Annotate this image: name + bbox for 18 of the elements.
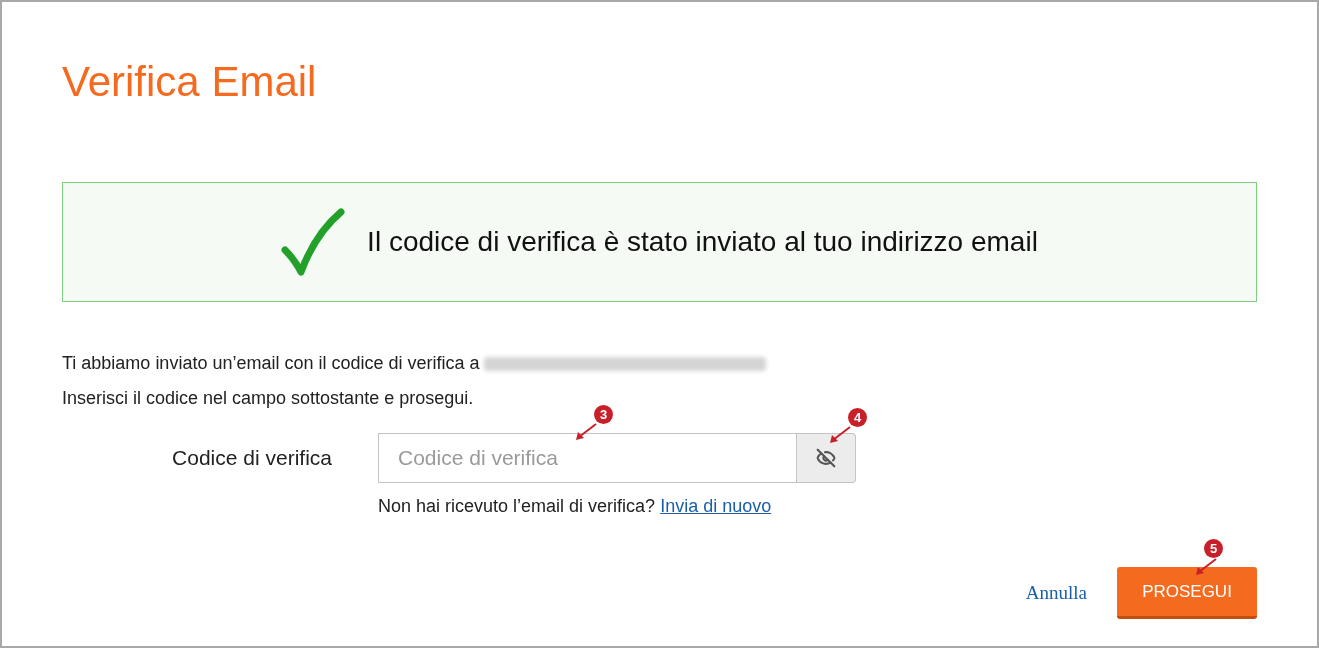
annotation-arrow [574, 422, 598, 442]
resend-link[interactable]: Invia di nuovo [660, 493, 772, 520]
annotation-arrow [1194, 557, 1218, 577]
field-label: Codice di verifica [171, 445, 332, 472]
cancel-link[interactable]: Annulla [1025, 578, 1087, 608]
annotation-marker: 4 [848, 408, 867, 427]
visibility-toggle-button[interactable] [797, 433, 856, 483]
intro-text: Ti abbiamo inviato un’email con il codice di verifica a [62, 352, 480, 375]
eye-off-icon [816, 448, 836, 468]
resend-prompt: Non hai ricevuto l’email di verifica? [378, 495, 656, 518]
instruction-text: Inserisci il codice nel campo sottostante e prosegui. [62, 387, 474, 410]
code-field[interactable]: Codice di verifica [378, 433, 797, 483]
success-message: Il codice di verifica è stato inviato al tuo indirizzo email [367, 225, 1038, 259]
annotation-marker: 5 [1204, 539, 1223, 558]
annotation-marker: 3 [594, 405, 613, 424]
annotation-arrow [828, 425, 852, 445]
page-title: Verifica Email [62, 57, 317, 107]
checkmark-icon [281, 208, 346, 276]
